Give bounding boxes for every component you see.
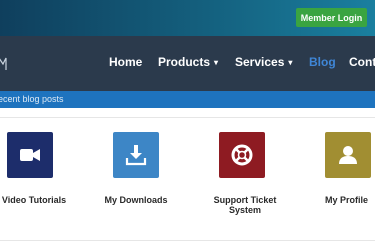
main-navigation: Home Products ▾ Services ▾ Blog Cont	[0, 36, 375, 91]
user-icon	[339, 146, 357, 164]
nav-item-services[interactable]: Services ▾	[235, 55, 292, 69]
video-tutorials-label[interactable]: Video Tutorials	[0, 195, 68, 205]
nav-item-products[interactable]: Products ▾	[158, 55, 218, 69]
nav-item-label: Cont	[349, 55, 375, 69]
lifebuoy-icon	[231, 144, 253, 166]
recent-blog-posts-label[interactable]: ecent blog posts	[0, 94, 64, 104]
nav-item-home[interactable]: Home	[109, 55, 142, 69]
label-line: System	[228, 205, 262, 215]
chevron-down-icon: ▾	[214, 58, 219, 67]
logo[interactable]	[0, 54, 7, 72]
nav-item-contact[interactable]: Cont	[349, 55, 375, 69]
video-camera-icon	[20, 149, 40, 161]
my-downloads-label[interactable]: My Downloads	[101, 195, 171, 205]
top-bar: Member Login	[0, 0, 375, 36]
nav-item-label: Services	[235, 55, 285, 69]
download-tray-icon	[125, 145, 147, 166]
support-ticket-system-tile[interactable]	[219, 132, 265, 178]
label-line: Support Ticket	[213, 195, 277, 205]
nav-item-label: Home	[109, 55, 143, 69]
nav-item-blog[interactable]: Blog	[309, 55, 336, 69]
nav-item-label: Blog	[309, 55, 336, 69]
support-ticket-system-label[interactable]: Support Ticket System	[206, 195, 284, 215]
my-downloads-tile[interactable]	[113, 132, 159, 178]
my-profile-label[interactable]: My Profile	[318, 195, 375, 205]
my-profile-tile[interactable]	[325, 132, 371, 178]
recent-blog-posts-strip: ecent blog posts	[0, 91, 375, 108]
video-tutorials-tile[interactable]	[7, 132, 53, 178]
chevron-down-icon: ▾	[288, 58, 293, 67]
member-login-button[interactable]: Member Login	[296, 8, 367, 27]
nav-item-label: Products	[158, 55, 211, 69]
quick-links-panel	[0, 117, 375, 241]
logo-fragment-icon	[0, 57, 7, 70]
